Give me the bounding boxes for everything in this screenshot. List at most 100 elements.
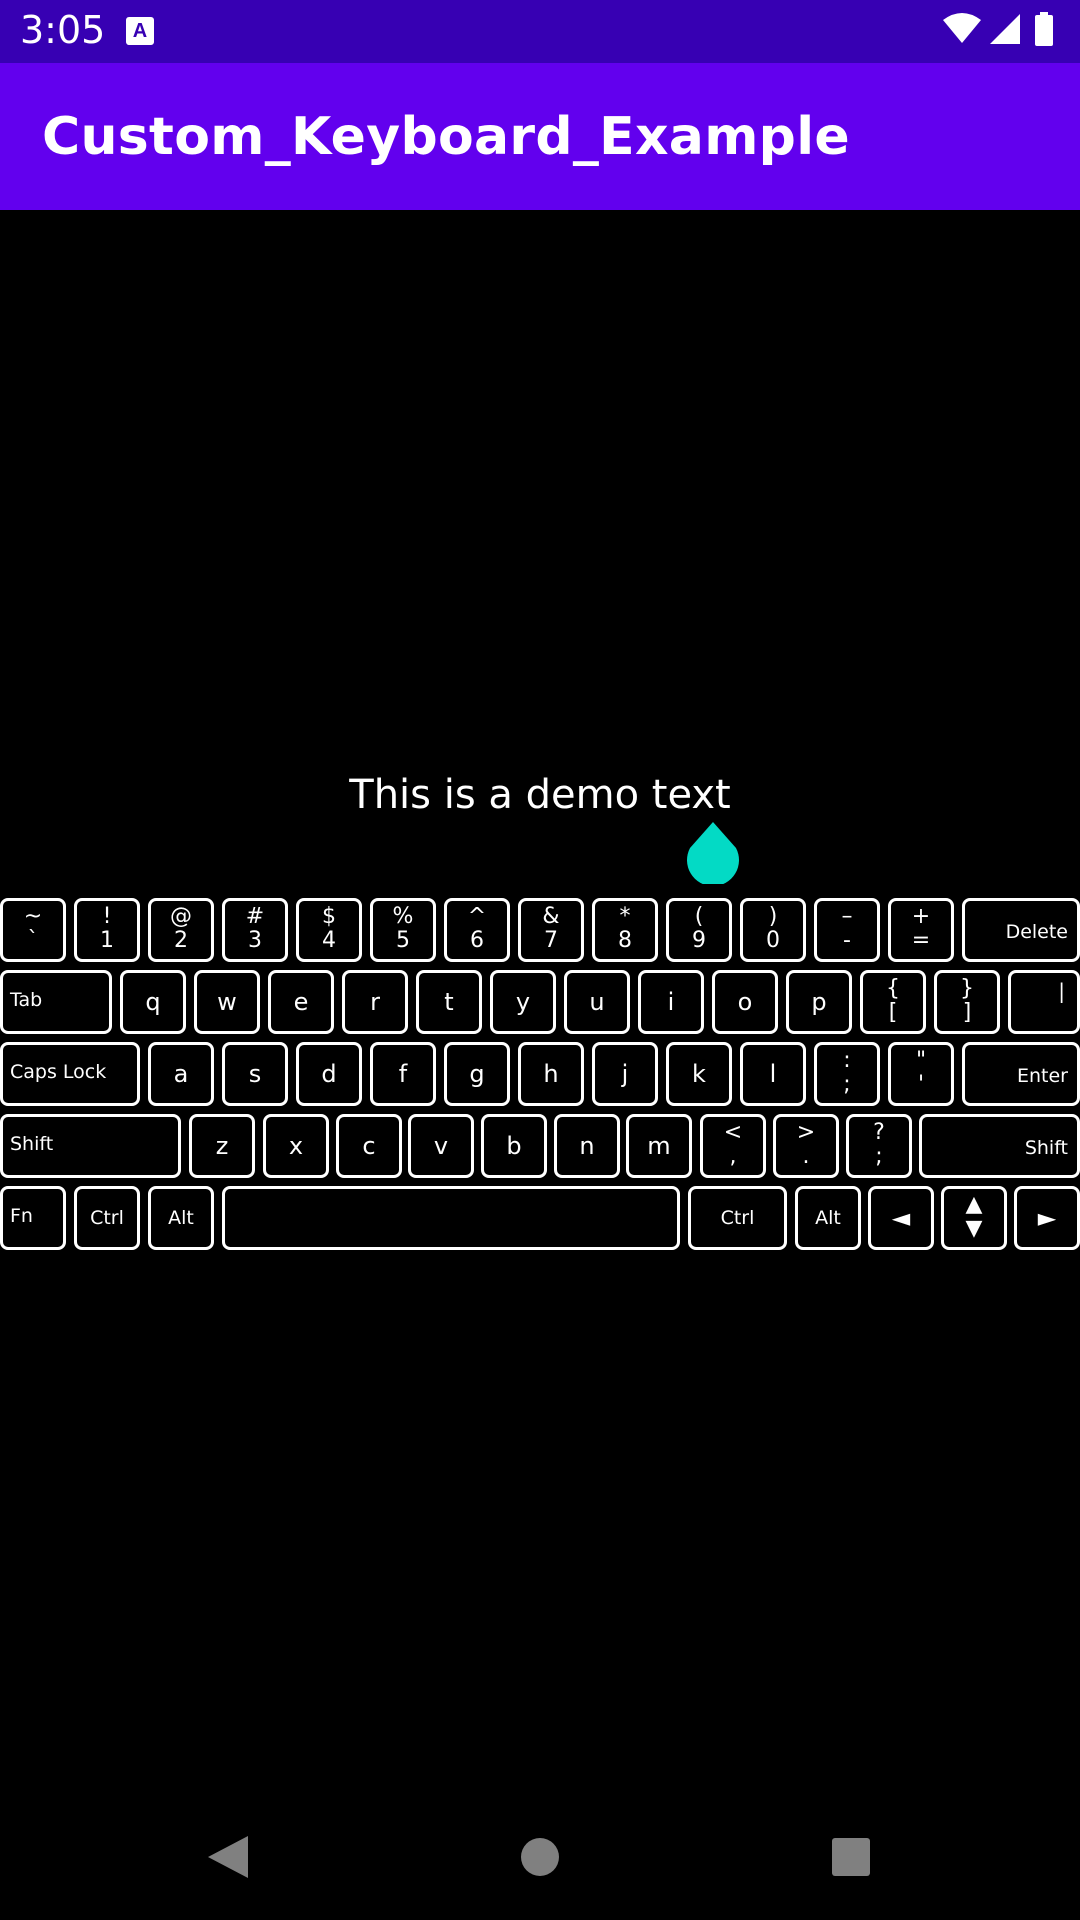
- key-row2-12[interactable]: }]: [934, 970, 1000, 1034]
- back-icon[interactable]: [206, 1834, 250, 1880]
- key-label: w: [217, 988, 237, 1016]
- key-pipe[interactable]: |: [1008, 970, 1080, 1034]
- key-row3-10[interactable]: :;: [814, 1042, 880, 1106]
- key-row1-8[interactable]: * 8: [592, 898, 658, 962]
- key-delete[interactable]: Delete: [962, 898, 1080, 962]
- key-r[interactable]: r: [342, 970, 408, 1034]
- key-row1-9[interactable]: (9: [666, 898, 732, 962]
- key-a[interactable]: a: [148, 1042, 214, 1106]
- key-top-label: ?: [873, 1120, 885, 1145]
- key-row1-7[interactable]: & 7: [518, 898, 584, 962]
- key-row1-0[interactable]: ~ `: [0, 898, 66, 962]
- key-row4-8[interactable]: <,: [700, 1114, 766, 1178]
- key-e[interactable]: e: [268, 970, 334, 1034]
- key-bottom-label: ,: [729, 1144, 737, 1169]
- key-symbols: & 7: [521, 905, 581, 953]
- key-row3-11[interactable]: " ': [888, 1042, 954, 1106]
- key-m[interactable]: m: [626, 1114, 692, 1178]
- key-row1-3[interactable]: #3: [222, 898, 288, 962]
- key-label: m: [647, 1132, 671, 1160]
- key-row4-10[interactable]: ?;: [846, 1114, 912, 1178]
- key-row1-11[interactable]: – -: [814, 898, 880, 962]
- key-label: Alt: [168, 1207, 194, 1229]
- key-caps-lock[interactable]: Caps Lock: [0, 1042, 140, 1106]
- key-p[interactable]: p: [786, 970, 852, 1034]
- key-row4-9[interactable]: >.: [773, 1114, 839, 1178]
- key-symbols: * 8: [595, 905, 655, 953]
- key-ctrl[interactable]: Ctrl: [688, 1186, 787, 1250]
- key-c[interactable]: c: [336, 1114, 402, 1178]
- key-tab[interactable]: Tab: [0, 970, 112, 1034]
- key-alt[interactable]: Alt: [148, 1186, 214, 1250]
- key-ctrl[interactable]: Ctrl: [74, 1186, 140, 1250]
- key-k[interactable]: k: [666, 1042, 732, 1106]
- key-v[interactable]: v: [408, 1114, 474, 1178]
- space-key[interactable]: [222, 1186, 680, 1250]
- key-o[interactable]: o: [712, 970, 778, 1034]
- key-label: Caps Lock: [10, 1060, 107, 1083]
- key-w[interactable]: w: [194, 970, 260, 1034]
- key-symbols: ~ `: [3, 905, 63, 953]
- key-fn[interactable]: Fn: [0, 1186, 66, 1250]
- home-icon[interactable]: [520, 1837, 560, 1877]
- key-symbols: ?;: [849, 1121, 909, 1169]
- key-g[interactable]: g: [444, 1042, 510, 1106]
- key-enter[interactable]: Enter: [962, 1042, 1080, 1106]
- key-label: g: [469, 1060, 485, 1088]
- key-top-label: <: [723, 1120, 743, 1145]
- key-row2-11[interactable]: {[: [860, 970, 926, 1034]
- key-z[interactable]: z: [189, 1114, 255, 1178]
- key-row1-6[interactable]: ^ 6: [444, 898, 510, 962]
- key-l[interactable]: l: [740, 1042, 806, 1106]
- key-symbols: ▲ ▼: [944, 1193, 1004, 1241]
- key-shift[interactable]: Shift: [0, 1114, 181, 1178]
- key-row1-10[interactable]: ) 0: [740, 898, 806, 962]
- key-i[interactable]: i: [638, 970, 704, 1034]
- key-s[interactable]: s: [222, 1042, 288, 1106]
- key-shift[interactable]: Shift: [919, 1114, 1080, 1178]
- key-label: Enter: [1017, 1065, 1068, 1088]
- key-label: x: [288, 1132, 304, 1160]
- key-top-label: –: [841, 904, 853, 929]
- key-f[interactable]: f: [370, 1042, 436, 1106]
- key-row1-5[interactable]: % 5: [370, 898, 436, 962]
- key-top-label: ): [768, 904, 778, 929]
- key-row5-7[interactable]: ▲ ▼: [941, 1186, 1007, 1250]
- key-y[interactable]: y: [490, 970, 556, 1034]
- key-d[interactable]: d: [296, 1042, 362, 1106]
- key-label: Tab: [10, 988, 43, 1011]
- key-h[interactable]: h: [518, 1042, 584, 1106]
- key-top-label: :: [843, 1048, 851, 1073]
- key-top-label: &: [542, 904, 560, 929]
- key-row1-12[interactable]: + =: [888, 898, 954, 962]
- key-bottom-label: ]: [962, 1000, 972, 1025]
- key-u[interactable]: u: [564, 970, 630, 1034]
- key-row1-1[interactable]: ! 1: [74, 898, 140, 962]
- text-cursor-handle[interactable]: [686, 822, 740, 884]
- recents-icon[interactable]: [831, 1837, 871, 1877]
- key-q[interactable]: q: [120, 970, 186, 1034]
- key-label: k: [692, 1060, 706, 1088]
- key-top-label: *: [619, 904, 631, 929]
- key-top-label: ~: [23, 904, 43, 929]
- demo-text[interactable]: This is a demo text: [0, 772, 1080, 818]
- custom-keyboard: ~ ` ! 1 @2 #3 $4% 5 ^ 6 & 7 * 8(9) 0– - + = Delete Tab q w e r t…: [0, 898, 1080, 1250]
- key-row1-4[interactable]: $4: [296, 898, 362, 962]
- key-bottom-label: ': [917, 1072, 925, 1097]
- key-label: v: [433, 1132, 449, 1160]
- key-alt[interactable]: Alt: [795, 1186, 861, 1250]
- key-top-label: @: [170, 904, 192, 929]
- key-symbols: ! 1: [77, 905, 137, 953]
- key-label: h: [543, 1060, 559, 1088]
- key-t[interactable]: t: [416, 970, 482, 1034]
- key-b[interactable]: b: [481, 1114, 547, 1178]
- key-x[interactable]: x: [263, 1114, 329, 1178]
- key-top-label: !: [102, 904, 112, 929]
- key-symbols: + =: [891, 905, 951, 953]
- key-left-arrow[interactable]: ◄: [868, 1186, 934, 1250]
- key-bottom-label: 3: [248, 928, 262, 953]
- key-row1-2[interactable]: @2: [148, 898, 214, 962]
- key-j[interactable]: j: [592, 1042, 658, 1106]
- key-n[interactable]: n: [554, 1114, 620, 1178]
- key-right-arrow[interactable]: ►: [1014, 1186, 1080, 1250]
